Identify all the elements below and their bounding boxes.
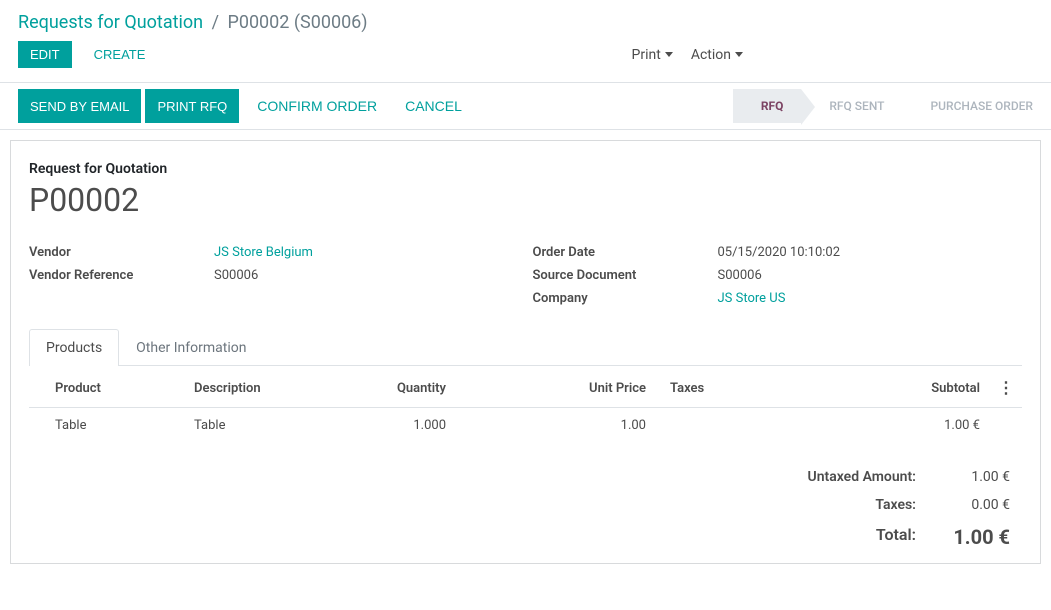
col-unit-price[interactable]: Unit Price xyxy=(454,370,654,408)
edit-button[interactable]: EDIT xyxy=(18,41,72,68)
print-label: Print xyxy=(632,47,661,63)
chevron-down-icon xyxy=(665,52,673,57)
breadcrumb-root[interactable]: Requests for Quotation xyxy=(18,12,203,33)
tab-products[interactable]: Products xyxy=(29,329,119,366)
source-doc-label: Source Document xyxy=(533,268,718,283)
order-date-value: 05/15/2020 10:10:02 xyxy=(718,245,841,260)
tabs: Products Other Information xyxy=(29,328,1022,366)
col-description[interactable]: Description xyxy=(184,370,344,408)
create-button[interactable]: CREATE xyxy=(82,41,158,68)
status-step-po[interactable]: PURCHASE ORDER xyxy=(903,89,1051,123)
status-step-rfq[interactable]: RFQ xyxy=(733,89,802,123)
action-dropdown[interactable]: Action xyxy=(691,47,743,63)
status-bar: RFQ RFQ SENT PURCHASE ORDER xyxy=(733,89,1051,123)
untaxed-label: Untaxed Amount: xyxy=(762,469,940,485)
col-subtotal[interactable]: Subtotal xyxy=(814,370,988,408)
breadcrumb-current: P00002 (S00006) xyxy=(227,12,367,33)
vendor-ref-label: Vendor Reference xyxy=(29,268,214,283)
form-sheet: Request for Quotation P00002 Vendor JS S… xyxy=(10,140,1041,564)
confirm-order-button[interactable]: CONFIRM ORDER xyxy=(243,89,391,123)
cell-description: Table xyxy=(184,408,344,444)
source-doc-value: S00006 xyxy=(718,268,762,283)
col-taxes[interactable]: Taxes xyxy=(654,370,814,408)
total-value: 1.00 € xyxy=(940,525,1010,549)
cell-quantity: 1.000 xyxy=(344,408,454,444)
order-date-label: Order Date xyxy=(533,245,718,260)
record-name: P00002 xyxy=(29,181,1022,219)
cell-subtotal: 1.00 € xyxy=(814,408,988,444)
vendor-label: Vendor xyxy=(29,245,214,260)
action-bar: SEND BY EMAIL PRINT RFQ CONFIRM ORDER CA… xyxy=(0,83,1051,130)
print-rfq-button[interactable]: PRINT RFQ xyxy=(145,89,239,123)
column-options-button[interactable]: ⋮ xyxy=(988,370,1022,408)
col-quantity[interactable]: Quantity xyxy=(344,370,454,408)
col-product[interactable]: Product xyxy=(29,370,184,408)
taxes-value: 0.00 € xyxy=(940,497,1010,513)
cancel-button[interactable]: CANCEL xyxy=(391,89,476,123)
title-label: Request for Quotation xyxy=(29,161,1022,177)
untaxed-value: 1.00 € xyxy=(940,469,1010,485)
action-label: Action xyxy=(691,47,731,63)
send-email-button[interactable]: SEND BY EMAIL xyxy=(18,89,141,123)
cell-taxes xyxy=(654,408,814,444)
vendor-ref-value: S00006 xyxy=(214,268,258,283)
total-label: Total: xyxy=(762,525,940,549)
chevron-down-icon xyxy=(735,52,743,57)
breadcrumb: Requests for Quotation / P00002 (S00006) xyxy=(0,0,1051,41)
order-lines-table: Product Description Quantity Unit Price … xyxy=(29,370,1022,443)
vendor-value[interactable]: JS Store Belgium xyxy=(214,245,313,260)
ellipsis-vertical-icon: ⋮ xyxy=(998,378,1014,397)
company-value[interactable]: JS Store US xyxy=(718,291,786,306)
company-label: Company xyxy=(533,291,718,306)
totals: Untaxed Amount: 1.00 € Taxes: 0.00 € Tot… xyxy=(762,443,1022,563)
tab-other-information[interactable]: Other Information xyxy=(119,329,263,366)
print-dropdown[interactable]: Print xyxy=(632,47,673,63)
control-bar: EDIT CREATE Print Action xyxy=(0,41,1051,82)
taxes-label: Taxes: xyxy=(762,497,940,513)
cell-unit-price: 1.00 xyxy=(454,408,654,444)
cell-product: Table xyxy=(29,408,184,444)
breadcrumb-sep: / xyxy=(212,12,219,33)
table-row[interactable]: Table Table 1.000 1.00 1.00 € xyxy=(29,408,1022,444)
